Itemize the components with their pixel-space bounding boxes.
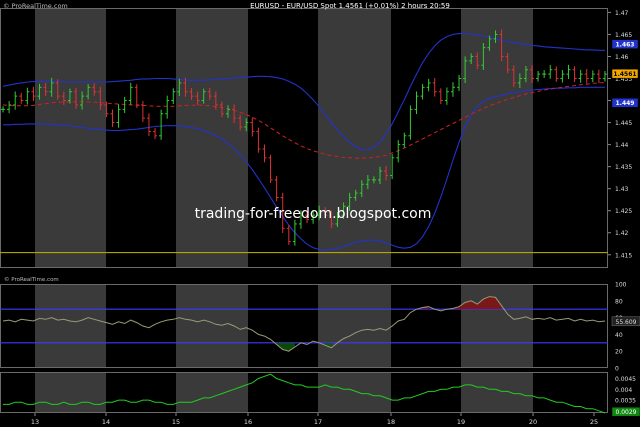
volatility-tick-label: 0.004: [615, 387, 632, 394]
price-tick-label: 1.415: [615, 252, 632, 259]
x-tick-label: 20: [529, 418, 537, 426]
rsi-tick-label: 20: [615, 349, 623, 356]
x-tick-label: 14: [102, 418, 110, 426]
day-band: [106, 8, 176, 268]
x-tick-label: 16: [244, 418, 252, 426]
x-tick-label: 17: [314, 418, 322, 426]
x-tick-label: 18: [387, 418, 395, 426]
lower-band-badge-label: 1.449: [616, 100, 635, 107]
day-band: [533, 284, 608, 368]
price-tick-label: 1.44: [615, 142, 629, 149]
day-band: [533, 372, 608, 413]
last-price-badge-label: 1.4561: [613, 71, 636, 78]
volatility-value-label: 0.0029: [616, 409, 637, 416]
day-band: [391, 284, 461, 368]
day-band: [35, 8, 106, 268]
x-tick-label: 19: [457, 418, 465, 426]
day-band: [461, 8, 533, 268]
x-tick-label: 25: [590, 418, 598, 426]
chart-title: EURUSD - EUR/USD Spot 1.4561 (+0.01%) 2 …: [250, 2, 450, 10]
rsi-tick-label: 0: [615, 366, 619, 373]
day-band: [391, 8, 461, 268]
day-band: [248, 284, 318, 368]
upper-band-badge-label: 1.463: [616, 42, 635, 49]
price-tick-label: 1.46: [615, 54, 629, 61]
source-label-small: © ProRealTime.com: [4, 276, 59, 283]
rsi-tick-label: 80: [615, 298, 623, 305]
price-tick-label: 1.465: [615, 32, 632, 39]
price-tick-label: 1.425: [615, 208, 632, 215]
day-band: [318, 8, 391, 268]
rsi-value-label: 55.609: [616, 319, 637, 326]
day-band: [35, 372, 106, 413]
source-label: © ProRealTime.com: [3, 2, 68, 10]
x-tick-label: 15: [172, 418, 180, 426]
rsi-tick-label: 100: [615, 282, 627, 289]
day-band: [461, 372, 533, 413]
price-tick-label: 1.43: [615, 186, 629, 193]
price-tick-label: 1.42: [615, 230, 629, 237]
x-tick-label: 13: [31, 418, 39, 426]
day-band: [318, 284, 391, 368]
day-band: [318, 372, 391, 413]
day-band: [0, 284, 35, 368]
trading-chart: © ProRealTime.com EURUSD - EUR/USD Spot 1…: [0, 2, 640, 426]
day-band: [106, 372, 176, 413]
day-band: [0, 372, 35, 413]
day-band: [106, 284, 176, 368]
price-tick-label: 1.435: [615, 164, 632, 171]
day-band: [35, 284, 106, 368]
watermark-text: trading-for-freedom.blogspot.com: [195, 206, 432, 222]
volatility-tick-label: 0.0045: [615, 376, 636, 383]
rsi-tick-label: 40: [615, 332, 623, 339]
day-band: [0, 8, 35, 268]
price-tick-label: 1.445: [615, 120, 632, 127]
volatility-tick-label: 0.0035: [615, 398, 636, 405]
day-band: [461, 284, 533, 368]
day-band: [176, 8, 248, 268]
day-band: [176, 284, 248, 368]
price-tick-label: 1.47: [615, 10, 629, 17]
day-band: [176, 372, 248, 413]
